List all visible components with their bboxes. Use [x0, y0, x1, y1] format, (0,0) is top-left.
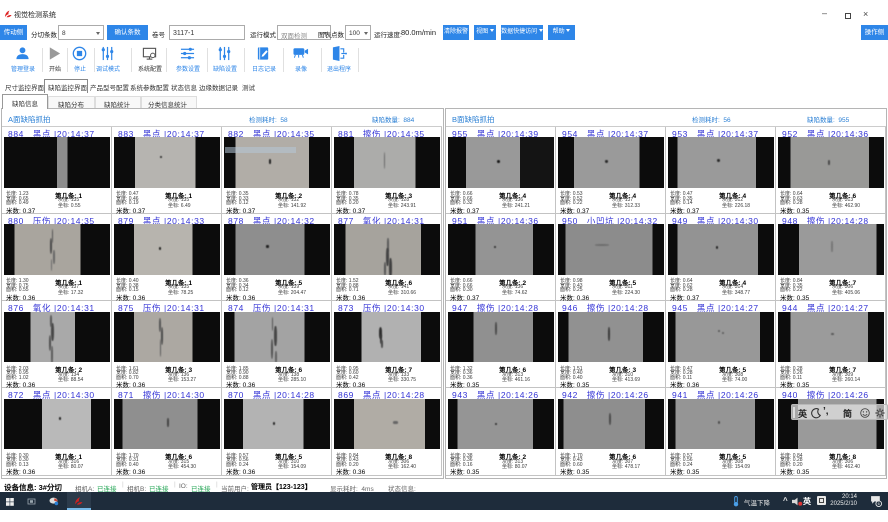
svg-text:6: 6 [878, 502, 880, 506]
